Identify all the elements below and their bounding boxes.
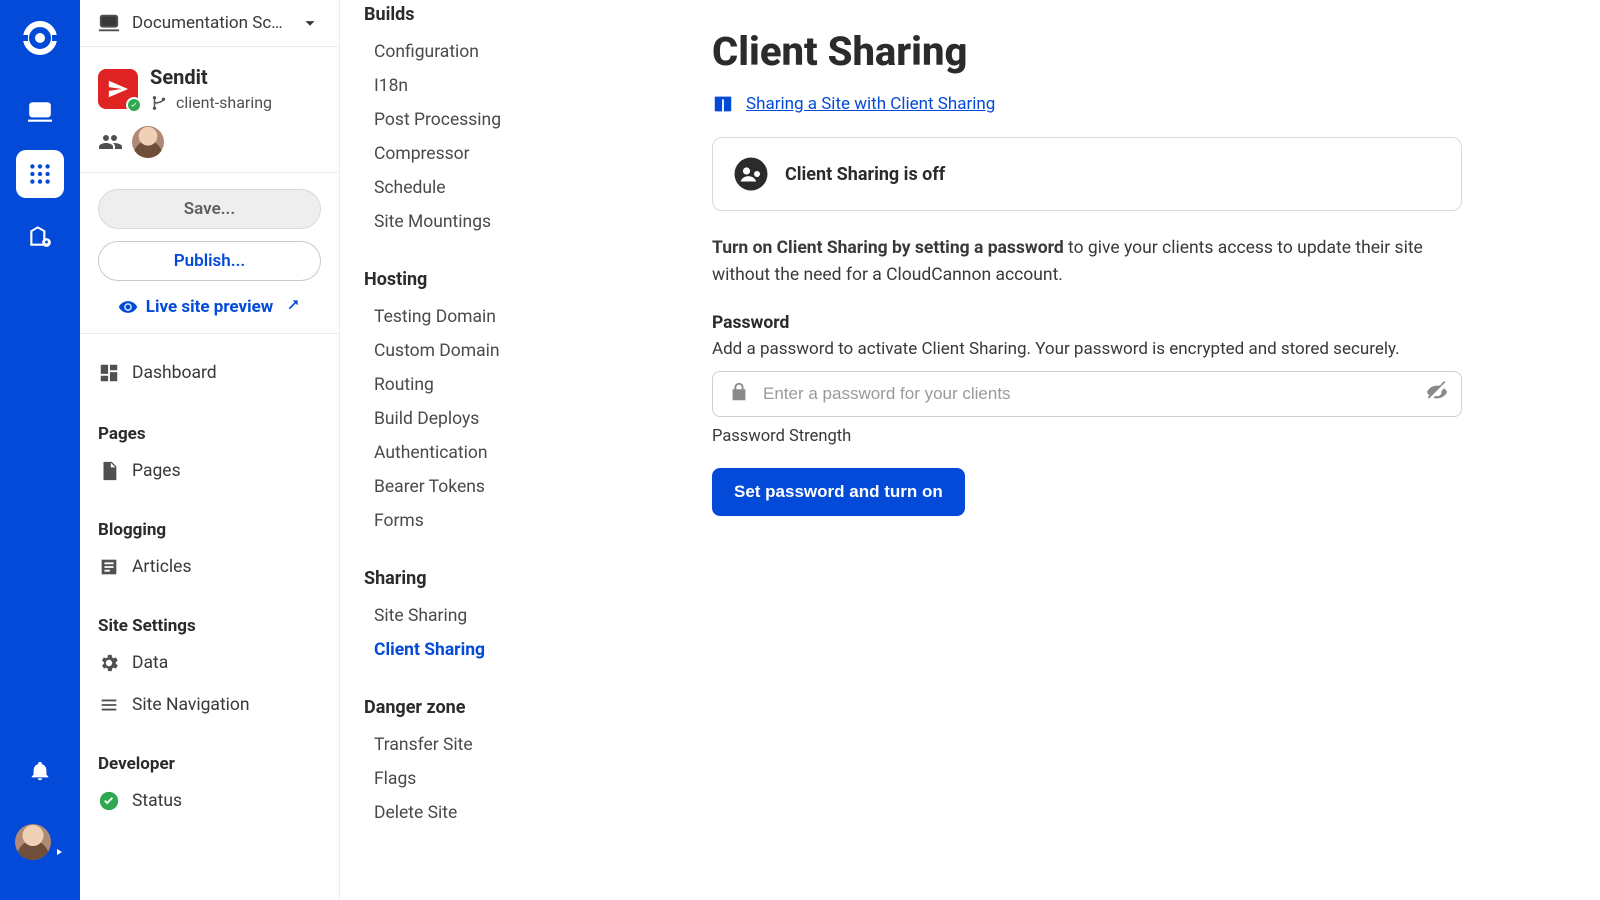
settings-item-schedule[interactable]: Schedule	[364, 171, 644, 205]
page-title: Client Sharing	[712, 28, 1556, 75]
publish-button[interactable]: Publish...	[98, 241, 321, 281]
site-avatar	[98, 69, 138, 109]
visibility-toggle-icon[interactable]	[1426, 381, 1448, 407]
nav-item-articles[interactable]: Articles	[98, 546, 321, 588]
live-preview-link[interactable]: Live site preview	[98, 297, 321, 317]
save-button[interactable]: Save...	[98, 189, 321, 229]
people-icon	[98, 130, 122, 154]
nav-label: Articles	[132, 557, 191, 577]
brand-logo[interactable]	[20, 18, 60, 58]
branch-name: client-sharing	[176, 93, 272, 112]
article-icon	[98, 556, 120, 578]
settings-item-site-mountings[interactable]: Site Mountings	[364, 205, 644, 239]
site-name: Sendit	[150, 65, 272, 89]
doc-link[interactable]: Sharing a Site with Client Sharing	[712, 93, 1556, 115]
settings-item-transfer-site[interactable]: Transfer Site	[364, 728, 644, 762]
main-content: Client Sharing Sharing a Site with Clien…	[668, 0, 1600, 900]
site-actions: Save... Publish... Live site preview	[80, 173, 339, 334]
settings-heading: Hosting	[364, 269, 644, 290]
sidebar: Documentation Scr… Sendit client-sharing…	[80, 0, 340, 900]
password-help: Add a password to activate Client Sharin…	[712, 339, 1556, 359]
status-card: Client Sharing is off	[712, 137, 1462, 211]
settings-item-post-processing[interactable]: Post Processing	[364, 103, 644, 137]
group-circle-icon	[733, 156, 769, 192]
settings-item-custom-domain[interactable]: Custom Domain	[364, 334, 644, 368]
nav-label: Pages	[132, 461, 181, 481]
book-icon	[712, 93, 734, 115]
preview-label: Live site preview	[146, 297, 273, 317]
nav-dashboard[interactable]: Dashboard	[98, 352, 321, 394]
avatar	[15, 824, 51, 860]
site-header: Sendit client-sharing	[80, 47, 339, 173]
rail-sites-icon[interactable]	[16, 88, 64, 136]
password-label: Password	[712, 313, 1556, 333]
password-strength-label: Password Strength	[712, 427, 1556, 446]
settings-item-compressor[interactable]: Compressor	[364, 137, 644, 171]
settings-item-delete-site[interactable]: Delete Site	[364, 796, 644, 830]
branch-icon	[150, 94, 168, 112]
check-circle-icon	[98, 790, 120, 812]
gear-icon	[98, 652, 120, 674]
settings-item-forms[interactable]: Forms	[364, 504, 644, 538]
notifications-icon[interactable]	[29, 760, 51, 786]
eye-icon	[118, 297, 138, 317]
settings-item-authentication[interactable]: Authentication	[364, 436, 644, 470]
submit-button[interactable]: Set password and turn on	[712, 468, 965, 516]
description: Turn on Client Sharing by setting a pass…	[712, 235, 1452, 289]
nav-label: Status	[132, 791, 182, 811]
nav-item-status[interactable]: Status	[98, 780, 321, 822]
password-input[interactable]	[712, 371, 1462, 417]
settings-heading: Builds	[364, 0, 644, 25]
nav-label: Site Navigation	[132, 695, 250, 715]
nav-heading: Pages	[98, 414, 321, 450]
settings-item-i18n[interactable]: I18n	[364, 69, 644, 103]
page-icon	[98, 460, 120, 482]
nav-heading: Developer	[98, 744, 321, 780]
project-name: Documentation Scr…	[132, 13, 287, 33]
settings-heading: Sharing	[364, 568, 644, 589]
lock-icon	[728, 381, 750, 407]
dashboard-icon	[98, 362, 120, 384]
nav-label: Dashboard	[132, 363, 217, 383]
external-link-icon	[281, 297, 301, 317]
password-input-wrap	[712, 371, 1462, 417]
nav-rail	[0, 0, 80, 900]
settings-heading: Danger zone	[364, 697, 644, 718]
status-text: Client Sharing is off	[785, 164, 945, 185]
settings-nav: Builds ConfigurationI18nPost ProcessingCo…	[340, 0, 668, 900]
settings-item-bearer-tokens[interactable]: Bearer Tokens	[364, 470, 644, 504]
nav-label: Data	[132, 653, 168, 673]
status-badge-ok	[126, 97, 142, 113]
project-switcher[interactable]: Documentation Scr…	[80, 0, 339, 47]
rail-org-icon[interactable]	[16, 212, 64, 260]
send-icon	[107, 78, 129, 100]
settings-item-site-sharing[interactable]: Site Sharing	[364, 599, 644, 633]
doc-link-text: Sharing a Site with Client Sharing	[746, 94, 995, 114]
desc-bold: Turn on Client Sharing by setting a pass…	[712, 238, 1064, 258]
account-menu[interactable]	[15, 824, 65, 880]
settings-item-client-sharing[interactable]: Client Sharing	[364, 633, 644, 667]
nav-item-pages[interactable]: Pages	[98, 450, 321, 492]
collaborator-avatar	[132, 126, 164, 158]
chevron-down-icon	[299, 12, 321, 34]
nav-heading: Blogging	[98, 510, 321, 546]
nav-item-data[interactable]: Data	[98, 642, 321, 684]
settings-item-build-deploys[interactable]: Build Deploys	[364, 402, 644, 436]
settings-item-configuration[interactable]: Configuration	[364, 35, 644, 69]
rail-apps-icon[interactable]	[16, 150, 64, 198]
settings-item-routing[interactable]: Routing	[364, 368, 644, 402]
list-icon	[98, 694, 120, 716]
settings-item-testing-domain[interactable]: Testing Domain	[364, 300, 644, 334]
collaborators[interactable]	[98, 126, 321, 158]
nav-item-site-navigation[interactable]: Site Navigation	[98, 684, 321, 726]
settings-item-flags[interactable]: Flags	[364, 762, 644, 796]
nav-heading: Site Settings	[98, 606, 321, 642]
